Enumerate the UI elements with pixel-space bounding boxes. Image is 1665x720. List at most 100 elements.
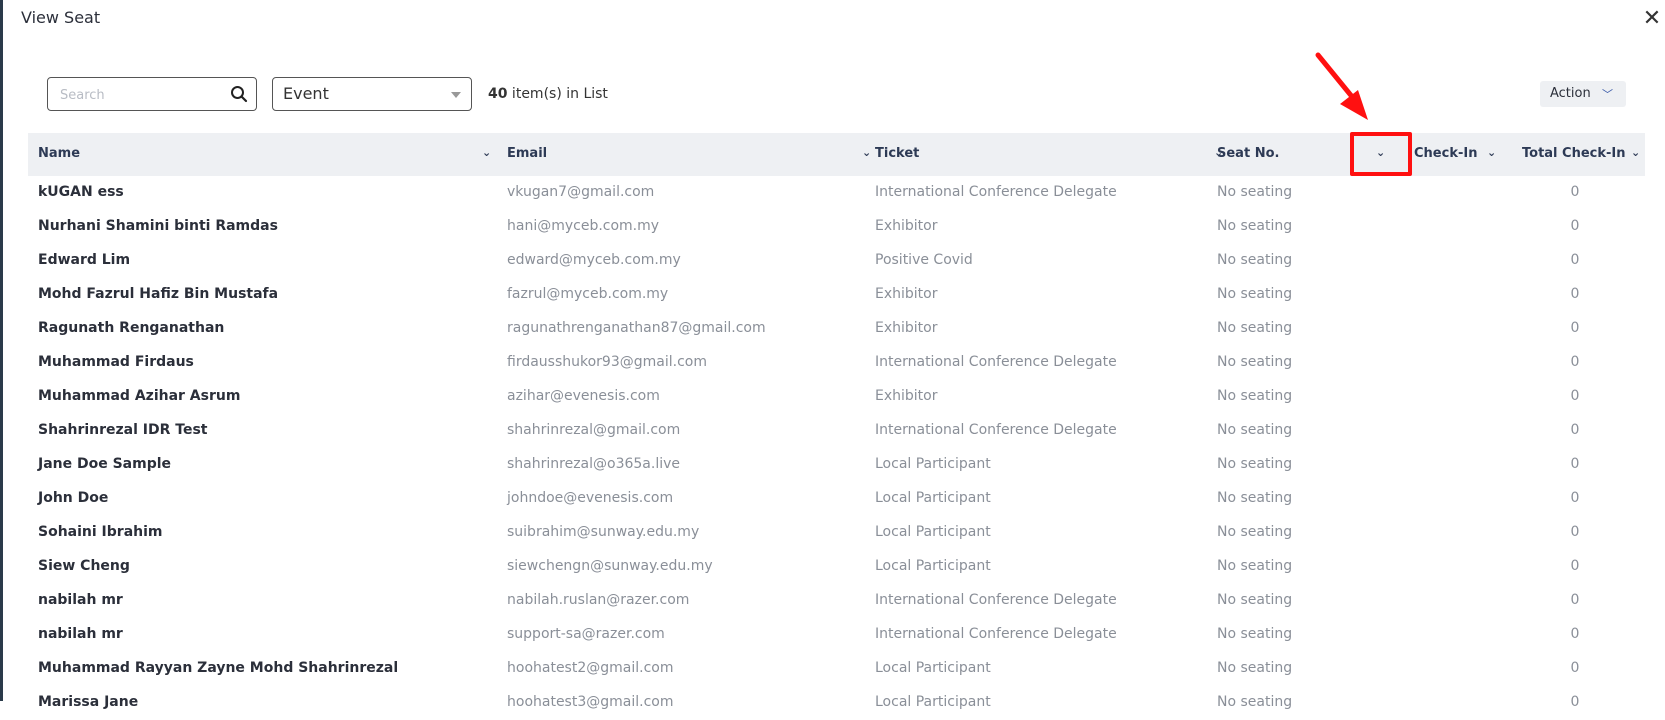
chevron-down-icon[interactable]: ⌄ — [1631, 146, 1640, 159]
cell-total: 0 — [1570, 286, 1580, 302]
cell-email: vkugan7@gmail.com — [507, 184, 655, 200]
cell-name: Edward Lim — [38, 252, 131, 268]
event-select-value: Event — [283, 84, 329, 103]
cell-seat: No seating — [1217, 388, 1293, 404]
table-row[interactable]: kUGAN ess vkugan7@gmail.com International … — [28, 176, 1645, 210]
cell-total: 0 — [1570, 252, 1580, 268]
search-box[interactable] — [47, 77, 257, 111]
search-input[interactable] — [58, 84, 222, 106]
item-count: 40 item(s) in List — [488, 86, 608, 102]
cell-ticket: Local Participant — [875, 694, 991, 710]
chevron-down-icon: ﹀ — [1602, 88, 1613, 101]
column-header-check-in[interactable]: Check-In ⌄ — [1414, 133, 1504, 176]
cell-seat: No seating — [1217, 694, 1293, 710]
cell-email: hoohatest2@gmail.com — [507, 660, 674, 676]
table-row[interactable]: Sohaini Ibrahim suibrahim@sunway.edu.my Lo… — [28, 516, 1645, 550]
cell-seat: No seating — [1217, 218, 1293, 234]
close-icon[interactable]: ✕ — [1640, 8, 1664, 32]
cell-ticket: International Conference Delegate — [875, 592, 1117, 608]
cell-email: hani@myceb.com.my — [507, 218, 660, 234]
table-row[interactable]: Marissa Jane hoohatest3@gmail.com Local Pa… — [28, 686, 1645, 720]
cell-email: johndoe@evenesis.com — [507, 490, 674, 506]
cell-total: 0 — [1570, 184, 1580, 200]
table-row[interactable]: nabilah mr support-sa@razer.com Internatio… — [28, 618, 1645, 652]
cell-ticket: Local Participant — [875, 558, 991, 574]
event-select[interactable]: Event — [272, 77, 472, 111]
cell-name: John Doe — [38, 490, 109, 506]
chevron-down-icon[interactable]: ⌄ — [1487, 146, 1496, 159]
cell-seat: No seating — [1217, 660, 1293, 676]
cell-name: Mohd Fazrul Hafiz Bin Mustafa — [38, 286, 279, 302]
column-header-email[interactable]: Email ⌄ — [497, 133, 871, 176]
cell-email: nabilah.ruslan@razer.com — [507, 592, 690, 608]
cell-total: 0 — [1570, 320, 1580, 336]
item-count-suffix: item(s) in List — [507, 86, 608, 102]
column-header-seat-no[interactable]: Seat No. — [1207, 133, 1347, 176]
table-row[interactable]: Siew Cheng siewchengn@sunway.edu.my Local … — [28, 550, 1645, 584]
cell-email: firdausshukor93@gmail.com — [507, 354, 707, 370]
cell-seat: No seating — [1217, 558, 1293, 574]
chevron-down-icon[interactable]: ⌄ — [482, 146, 491, 159]
column-header-total-check-in[interactable]: Total Check-In ⌄ — [1522, 133, 1645, 176]
cell-seat: No seating — [1217, 320, 1293, 336]
column-header-label: Email — [507, 146, 548, 161]
left-edge-strip — [0, 0, 3, 701]
cell-total: 0 — [1570, 524, 1580, 540]
cell-name: Ragunath Renganathan — [38, 320, 225, 336]
cell-name: Siew Cheng — [38, 558, 130, 574]
table-row[interactable]: Muhammad Firdaus firdausshukor93@gmail.co… — [28, 346, 1645, 380]
cell-email: edward@myceb.com.my — [507, 252, 681, 268]
cell-ticket: Exhibitor — [875, 320, 938, 336]
cell-total: 0 — [1570, 490, 1580, 506]
cell-name: Shahrinrezal IDR Test — [38, 422, 208, 438]
cell-email: support-sa@razer.com — [507, 626, 665, 642]
cell-seat: No seating — [1217, 422, 1293, 438]
table-row[interactable]: Jane Doe Sample shahrinrezal@o365a.live Lo… — [28, 448, 1645, 482]
cell-seat: No seating — [1217, 456, 1293, 472]
action-button[interactable]: Action ﹀ — [1540, 81, 1626, 107]
cell-name: kUGAN ess — [38, 184, 124, 200]
table-row[interactable]: Edward Lim edward@myceb.com.my Positive Co… — [28, 244, 1645, 278]
table-row[interactable]: nabilah mr nabilah.ruslan@razer.com Intern… — [28, 584, 1645, 618]
column-header-ticket[interactable]: Ticket ⌄ — [865, 133, 1223, 176]
column-header-label: Name — [38, 146, 81, 161]
cell-seat: No seating — [1217, 524, 1293, 540]
item-count-number: 40 — [488, 86, 508, 102]
table-row[interactable]: Shahrinrezal IDR Test shahrinrezal@gmail.… — [28, 414, 1645, 448]
cell-ticket: Exhibitor — [875, 218, 938, 234]
cell-seat: No seating — [1217, 626, 1293, 642]
cell-total: 0 — [1570, 388, 1580, 404]
column-header-label: Total Check-In — [1522, 146, 1626, 161]
cell-name: Muhammad Rayyan Zayne Mohd Shahrinrezal — [38, 660, 399, 676]
cell-name: Muhammad Firdaus — [38, 354, 194, 370]
cell-ticket: Exhibitor — [875, 286, 938, 302]
cell-total: 0 — [1570, 218, 1580, 234]
column-header-name[interactable]: Name ⌄ — [28, 133, 491, 176]
cell-total: 0 — [1570, 354, 1580, 370]
cell-name: Nurhani Shamini binti Ramdas — [38, 218, 278, 234]
cell-total: 0 — [1570, 592, 1580, 608]
cell-ticket: Local Participant — [875, 456, 991, 472]
cell-ticket: Local Participant — [875, 490, 991, 506]
table-row[interactable]: Muhammad Rayyan Zayne Mohd Shahrinrezal h… — [28, 652, 1645, 686]
table-row[interactable]: Mohd Fazrul Hafiz Bin Mustafa fazrul@myce… — [28, 278, 1645, 312]
table-row[interactable]: John Doe johndoe@evenesis.com Local Partic… — [28, 482, 1645, 516]
cell-ticket: International Conference Delegate — [875, 422, 1117, 438]
cell-email: siewchengn@sunway.edu.my — [507, 558, 713, 574]
table-row[interactable]: Ragunath Renganathan ragunathrenganathan8… — [28, 312, 1645, 346]
search-icon[interactable] — [230, 85, 248, 103]
cell-name: Jane Doe Sample — [38, 456, 172, 472]
cell-seat: No seating — [1217, 184, 1293, 200]
column-header-label: Check-In — [1414, 146, 1478, 161]
cell-seat: No seating — [1217, 592, 1293, 608]
cell-ticket: Local Participant — [875, 660, 991, 676]
column-header-label: Ticket — [875, 146, 920, 161]
table-row[interactable]: Nurhani Shamini binti Ramdas hani@myceb.c… — [28, 210, 1645, 244]
cell-name: nabilah mr — [38, 592, 123, 608]
cell-ticket: International Conference Delegate — [875, 626, 1117, 642]
cell-total: 0 — [1570, 422, 1580, 438]
table-row[interactable]: Muhammad Azihar Asrum azihar@evenesis.com… — [28, 380, 1645, 414]
column-header-label: Seat No. — [1217, 146, 1280, 161]
cell-name: nabilah mr — [38, 626, 123, 642]
cell-total: 0 — [1570, 694, 1580, 710]
